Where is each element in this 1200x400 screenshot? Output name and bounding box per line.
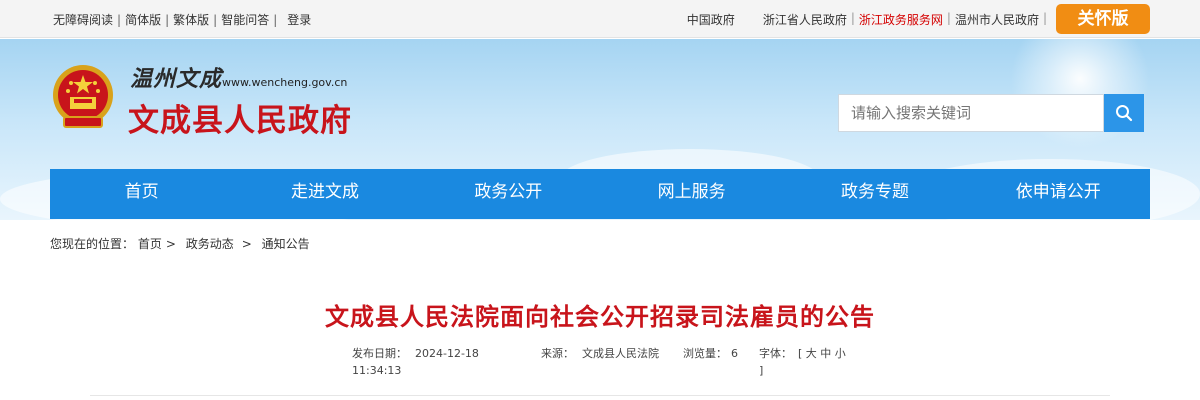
top-right-links: 中国政府 浙江省人民政府 | 浙江政务服务网 | 温州市人民政府 | bbox=[687, 11, 1051, 28]
traditional-link[interactable]: 繁体版 bbox=[173, 13, 209, 27]
site-name[interactable]: 文成县人民政府 bbox=[128, 95, 352, 140]
simplified-link[interactable]: 简体版 bbox=[125, 13, 161, 27]
link-china-gov[interactable]: 中国政府 bbox=[687, 11, 735, 28]
search-icon bbox=[1116, 105, 1133, 122]
separator: | bbox=[1042, 11, 1047, 25]
nav-item-online-services[interactable]: 网上服务 bbox=[600, 169, 783, 219]
views-label: 浏览量： bbox=[683, 347, 727, 360]
separator: | bbox=[117, 13, 122, 27]
nav-item-topics[interactable]: 政务专题 bbox=[783, 169, 966, 219]
accessibility-link[interactable]: 无障碍阅读 bbox=[53, 13, 113, 27]
date-value: 2024-12-18 bbox=[415, 347, 479, 360]
date-label: 发布日期： bbox=[352, 347, 407, 360]
nav-item-home[interactable]: 首页 bbox=[50, 169, 233, 219]
views-value: 6 bbox=[731, 347, 738, 360]
nav-item-request-disclosure[interactable]: 依申请公开 bbox=[967, 169, 1150, 219]
separator: | bbox=[850, 11, 855, 25]
separator: | bbox=[946, 11, 951, 25]
breadcrumb-prefix: 您现在的位置： bbox=[50, 237, 135, 251]
nav-item-gov-affairs[interactable]: 政务公开 bbox=[417, 169, 600, 219]
font-medium-button[interactable]: 中 bbox=[820, 347, 831, 360]
care-mode-button[interactable]: 关怀版 bbox=[1056, 4, 1150, 34]
breadcrumb-news[interactable]: 政务动态 bbox=[186, 237, 234, 251]
divider bbox=[90, 395, 1110, 396]
article-title: 文成县人民法院面向社会公开招录司法雇员的公告 bbox=[325, 303, 875, 331]
separator: | bbox=[213, 13, 218, 27]
search-button[interactable] bbox=[1104, 94, 1144, 132]
site-url: www.wencheng.gov.cn bbox=[222, 76, 348, 89]
smart-qa-link[interactable]: 智能问答 bbox=[221, 13, 269, 27]
breadcrumb-home[interactable]: 首页 bbox=[138, 237, 162, 251]
time-value: 11:34:13 bbox=[352, 364, 402, 377]
breadcrumb-separator: > bbox=[165, 237, 176, 251]
nav-item-about[interactable]: 走进文成 bbox=[233, 169, 416, 219]
login-link[interactable]: 登录 bbox=[287, 13, 311, 27]
calligraphy-logo: 温州文成 bbox=[130, 66, 223, 92]
source-label: 来源： bbox=[541, 347, 574, 360]
top-left-links: 无障碍阅读 | 简体版 | 繁体版 | 智能问答 | 登录 bbox=[53, 11, 311, 28]
link-wenzhou-gov[interactable]: 温州市人民政府 bbox=[955, 11, 1039, 28]
font-label: 字体： bbox=[759, 347, 792, 360]
link-zhejiang-service[interactable]: 浙江政务服务网 bbox=[859, 11, 943, 28]
main-nav: 首页 走进文成 政务公开 网上服务 政务专题 依申请公开 bbox=[50, 169, 1150, 219]
search-input[interactable] bbox=[838, 94, 1104, 132]
font-large-button[interactable]: 大 bbox=[806, 347, 817, 360]
publish-date: 发布日期： 2024-12-18 11:34:13 bbox=[352, 345, 479, 379]
font-small-button[interactable]: 小 bbox=[835, 347, 846, 360]
breadcrumb: 您现在的位置： 首页 > 政务动态 > 通知公告 bbox=[50, 235, 310, 252]
breadcrumb-separator: > bbox=[241, 237, 252, 251]
link-zhejiang-gov[interactable]: 浙江省人民政府 bbox=[763, 11, 847, 28]
font-size-control: 字体：[ 大 中 小 ] bbox=[759, 347, 846, 377]
top-bar: 无障碍阅读 | 简体版 | 繁体版 | 智能问答 | 登录 中国政府 浙江省人民政府 | 浙江政… bbox=[0, 0, 1200, 38]
article-views: 浏览量： 6 bbox=[683, 345, 738, 361]
article-source: 来源： 文成县人民法院 bbox=[541, 345, 659, 361]
source-value: 文成县人民法院 bbox=[582, 347, 659, 360]
separator: | bbox=[165, 13, 170, 27]
national-emblem-icon bbox=[53, 65, 113, 128]
separator: | bbox=[273, 13, 278, 27]
breadcrumb-notices[interactable]: 通知公告 bbox=[262, 237, 310, 251]
